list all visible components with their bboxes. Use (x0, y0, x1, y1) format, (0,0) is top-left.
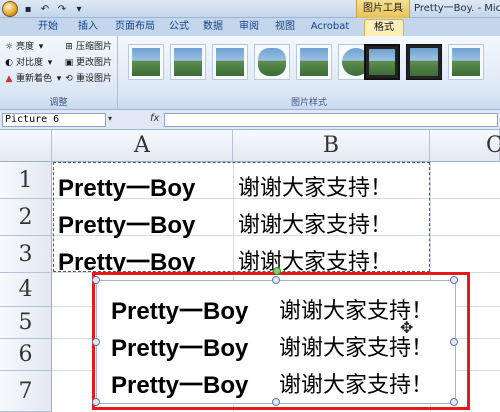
brightness-button[interactable]: ☼ 亮度 ▾ (4, 40, 46, 54)
resize-handle-top-right[interactable] (450, 276, 458, 284)
redo-icon[interactable]: ↷ (55, 2, 69, 16)
picture-style-thumb[interactable] (296, 44, 332, 80)
tab-acrobat[interactable]: Acrobat (306, 19, 354, 36)
picture-text-a: Pretty一Boy (111, 298, 249, 325)
tab-data[interactable]: 数据 (198, 19, 228, 36)
picture-style-thumb[interactable] (406, 44, 442, 80)
resize-handle-right[interactable] (450, 338, 458, 346)
cell-b3[interactable]: 谢谢大家支持！ (238, 244, 392, 276)
recolor-icon: ▲ (5, 74, 13, 84)
function-icon[interactable]: fx (150, 113, 159, 124)
cell-a3[interactable]: Pretty一Boy (58, 242, 195, 277)
adjust-group: ☼ 亮度 ▾ ◐ 对比度 ▾ ▲ 重新着色 ▾ ⊞ 压缩图片 ▣ 更改图片 ⟲ … (0, 36, 118, 110)
pasted-picture[interactable]: Pretty一Boy 谢谢大家支持！ Pretty一Boy 谢谢大家支持！ Pr… (92, 267, 458, 406)
office-button-icon[interactable] (2, 1, 18, 17)
formula-bar: Picture 6 ▾ fx (0, 110, 500, 130)
compress-pictures-button[interactable]: ⊞ 压缩图片 (64, 40, 112, 54)
picture-tools-context-label: 图片工具 (356, 0, 410, 18)
adjust-group-label: 调整 (49, 98, 68, 108)
picture-styles-group: 图片样式 (118, 36, 500, 110)
reset-picture-icon: ⟲ (65, 74, 73, 84)
name-box[interactable]: Picture 6 (2, 113, 106, 127)
undo-icon[interactable]: ↶ (38, 2, 52, 16)
picture-style-thumb[interactable] (128, 44, 164, 80)
worksheet-grid[interactable]: A B C 1 2 3 4 5 6 7 Pretty一Boy 谢谢大家支持！ P… (0, 130, 500, 412)
picture-text-b: 谢谢大家支持！ (279, 373, 434, 398)
quick-access-toolbar: ▪ ↶ ↷ ▾ (2, 1, 86, 17)
row-header-4[interactable]: 4 (0, 273, 52, 307)
window-title: Pretty一Boy. - Micro (414, 3, 500, 14)
resize-handle-bottom[interactable] (272, 398, 280, 406)
picture-style-thumb[interactable] (212, 44, 248, 80)
formula-input[interactable] (164, 113, 498, 127)
compress-icon: ⊞ (65, 42, 73, 52)
column-header-b[interactable]: B (233, 130, 430, 162)
recolor-button[interactable]: ▲ 重新着色 ▾ (4, 72, 64, 86)
tab-home[interactable]: 开始 (30, 19, 66, 36)
tab-review[interactable]: 审阅 (234, 19, 264, 36)
column-header-a[interactable]: A (52, 130, 233, 162)
cell-a1[interactable]: Pretty一Boy (58, 168, 195, 203)
title-bar: ▪ ↶ ↷ ▾ 图片工具 Pretty一Boy. - Micro (0, 0, 500, 18)
dropdown-icon[interactable]: ▾ (72, 2, 86, 16)
resize-handle-top-left[interactable] (92, 276, 100, 284)
picture-text-a: Pretty一Boy (111, 335, 249, 362)
row-header-3[interactable]: 3 (0, 236, 52, 273)
tab-page-layout[interactable]: 页面布局 (110, 19, 160, 36)
row-header-7[interactable]: 7 (0, 371, 52, 412)
resize-handle-left[interactable] (92, 338, 100, 346)
resize-handle-bottom-right[interactable] (450, 398, 458, 406)
rotate-handle[interactable] (273, 267, 281, 275)
picture-styles-group-label: 图片样式 (290, 98, 327, 108)
row-header-5[interactable]: 5 (0, 307, 52, 339)
chevron-down-icon[interactable]: ▾ (108, 114, 112, 123)
chevron-down-icon: ▾ (56, 74, 62, 84)
cell-b1[interactable]: 谢谢大家支持！ (238, 170, 392, 202)
contrast-button[interactable]: ◐ 对比度 ▾ (4, 56, 55, 70)
select-all-corner[interactable] (0, 130, 52, 162)
row-header-6[interactable]: 6 (0, 339, 52, 371)
ribbon: ☼ 亮度 ▾ ◐ 对比度 ▾ ▲ 重新着色 ▾ ⊞ 压缩图片 ▣ 更改图片 ⟲ … (0, 36, 500, 110)
tab-view[interactable]: 视图 (270, 19, 300, 36)
picture-style-thumb-selected[interactable] (364, 44, 400, 80)
picture-style-thumb[interactable] (448, 44, 484, 80)
move-cursor-icon: ✥ (400, 318, 414, 337)
ribbon-tabs: 开始 插入 页面布局 公式 数据 审阅 视图 Acrobat 格式 (0, 18, 500, 36)
picture-style-thumb[interactable] (254, 44, 290, 80)
resize-handle-top[interactable] (272, 276, 280, 284)
tab-formulas[interactable]: 公式 (164, 19, 194, 36)
column-header-c[interactable]: C (430, 130, 500, 162)
contrast-icon: ◐ (5, 58, 13, 68)
change-picture-button[interactable]: ▣ 更改图片 (64, 56, 112, 70)
picture-text-a: Pretty一Boy (111, 372, 249, 399)
chevron-down-icon: ▾ (47, 58, 53, 68)
row-header-1[interactable]: 1 (0, 162, 52, 199)
brightness-icon: ☼ (4, 42, 14, 52)
save-icon[interactable]: ▪ (21, 2, 35, 16)
cell-a2[interactable]: Pretty一Boy (58, 205, 195, 240)
reset-picture-button[interactable]: ⟲ 重设图片 (64, 72, 112, 86)
resize-handle-bottom-left[interactable] (92, 398, 100, 406)
tab-format[interactable]: 格式 (364, 19, 404, 36)
cell-b2[interactable]: 谢谢大家支持！ (238, 207, 392, 239)
chevron-down-icon: ▾ (38, 42, 44, 52)
row-header-2[interactable]: 2 (0, 199, 52, 236)
picture-style-thumb[interactable] (170, 44, 206, 80)
change-picture-icon: ▣ (64, 58, 74, 68)
tab-insert[interactable]: 插入 (70, 19, 106, 36)
